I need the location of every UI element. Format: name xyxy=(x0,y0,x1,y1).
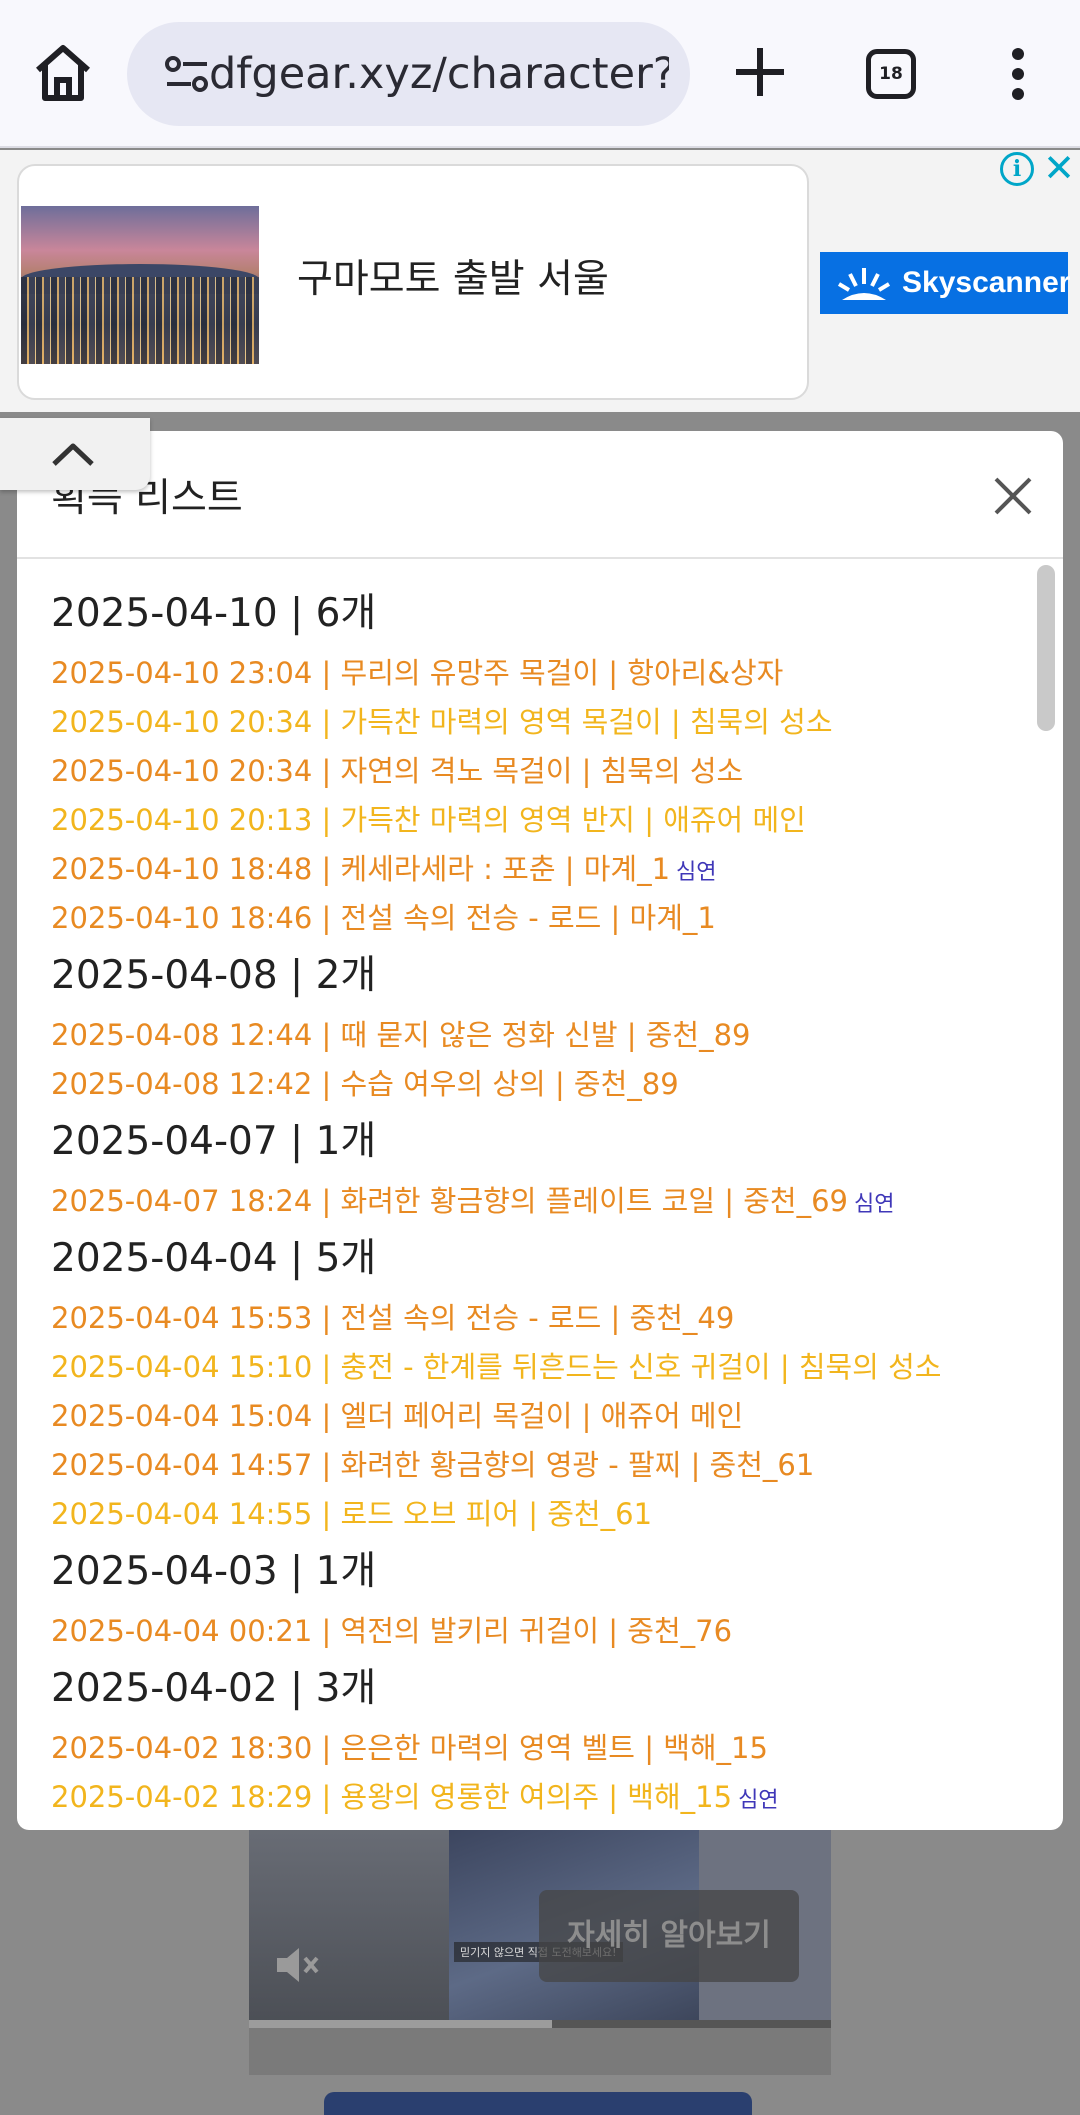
list-item[interactable]: 2025-04-04 00:21 | 역전의 발키리 귀걸이 | 중천_76 xyxy=(51,1607,1031,1656)
list-item-text: 2025-04-04 15:04 | 엘더 페어리 목걸이 | 애쥬어 메인 xyxy=(51,1399,744,1433)
list-item[interactable]: 2025-04-04 15:10 | 충전 - 한계를 뒤흔드는 신호 귀걸이 … xyxy=(51,1343,1031,1392)
list-item[interactable]: 2025-04-08 12:42 | 수습 여우의 상의 | 중천_89 xyxy=(51,1060,1031,1109)
ad-banner: 구마모토 출발 서울 Skyscanner xyxy=(0,150,1080,412)
chevron-up-icon xyxy=(52,443,94,466)
list-item-text: 2025-04-04 00:21 | 역전의 발키리 귀걸이 | 중천_76 xyxy=(51,1614,733,1648)
acquisition-list: 2025-04-10 | 6개 2025-04-10 23:04 | 무리의 유망… xyxy=(51,581,1031,1822)
list-item[interactable]: 2025-04-08 12:44 | 때 묻지 않은 정화 신발 | 중천_89 xyxy=(51,1011,1031,1060)
ad-brand-name: Skyscanner xyxy=(902,266,1071,299)
home-icon[interactable] xyxy=(30,40,96,106)
background-strip xyxy=(324,2092,752,2115)
date-group-header: 2025-04-03 | 1개 xyxy=(51,1549,377,1594)
list-item[interactable]: 2025-04-02 18:29 | 용왕의 영롱한 여의주 | 백해_15 심연 xyxy=(51,1773,1031,1822)
list-item-text: 2025-04-02 18:29 | 용왕의 영롱한 여의주 | 백해_15 xyxy=(51,1780,733,1814)
site-settings-icon[interactable] xyxy=(165,54,209,94)
url-text[interactable]: dfgear.xyz/character?slc xyxy=(209,44,669,104)
list-item-text: 2025-04-04 14:55 | 로드 오브 피어 | 중천_61 xyxy=(51,1497,653,1531)
list-item-text: 2025-04-10 20:34 | 자연의 격노 목걸이 | 침묵의 성소 xyxy=(51,754,744,788)
list-item-text: 2025-04-10 20:34 | 가득찬 마력의 영역 목걸이 | 침묵의 … xyxy=(51,705,833,739)
list-item[interactable]: 2025-04-04 15:53 | 전설 속의 전승 - 로드 | 중천_49 xyxy=(51,1294,1031,1343)
ad-close-icon[interactable]: ✕ xyxy=(1042,149,1076,187)
tab-switcher-button[interactable]: 18 xyxy=(866,49,916,99)
video-progress-bar[interactable] xyxy=(249,2020,831,2028)
list-item[interactable]: 2025-04-10 20:34 | 가득찬 마력의 영역 목걸이 | 침묵의 … xyxy=(51,698,1031,747)
list-item-text: 2025-04-04 15:53 | 전설 속의 전승 - 로드 | 중천_49 xyxy=(51,1301,735,1335)
date-group-header: 2025-04-04 | 5개 xyxy=(51,1236,377,1281)
list-item-text: 2025-04-04 14:57 | 화려한 황금향의 영광 - 팔찌 | 중천… xyxy=(51,1448,815,1482)
date-group-header: 2025-04-02 | 3개 xyxy=(51,1666,377,1711)
background-video-ad: 믿기지 않으면 직접 도전해보세요! 자세히 알아보기 xyxy=(249,1810,831,2075)
list-item-text: 2025-04-02 18:30 | 은은한 마력의 영역 벨트 | 백해_15 xyxy=(51,1731,768,1765)
modal-body[interactable]: 2025-04-10 | 6개 2025-04-10 23:04 | 무리의 유망… xyxy=(17,561,1063,1830)
list-item-text: 2025-04-07 18:24 | 화려한 황금향의 플레이트 코일 | 중천… xyxy=(51,1184,848,1218)
list-item-text: 2025-04-10 20:13 | 가득찬 마력의 영역 반지 | 애쥬어 메… xyxy=(51,803,806,837)
ad-title[interactable]: 구마모토 출발 서울 xyxy=(297,248,609,304)
list-item[interactable]: 2025-04-07 18:24 | 화려한 황금향의 플레이트 코일 | 중천… xyxy=(51,1177,1031,1226)
list-item-text: 2025-04-10 18:48 | 케세라세라 : 포춘 | 마계_1 xyxy=(51,852,671,886)
skyscanner-logo-icon xyxy=(837,268,891,300)
list-item[interactable]: 2025-04-04 14:55 | 로드 오브 피어 | 중천_61 xyxy=(51,1490,1031,1539)
more-menu-icon[interactable] xyxy=(1000,46,1036,102)
browser-toolbar: dfgear.xyz/character?slc 18 xyxy=(0,0,1080,148)
abyss-tag: 심연 xyxy=(738,1788,779,1813)
close-icon[interactable] xyxy=(992,475,1034,517)
abyss-tag: 심연 xyxy=(854,1192,895,1217)
mute-icon[interactable] xyxy=(271,1940,321,1990)
ad-info-icon[interactable]: i xyxy=(1000,152,1034,186)
ad-image xyxy=(21,206,259,364)
video-learn-more-button[interactable]: 자세히 알아보기 xyxy=(539,1890,799,1982)
list-item[interactable]: 2025-04-02 18:30 | 은은한 마력의 영역 벨트 | 백해_15 xyxy=(51,1724,1031,1773)
abyss-tag: 심연 xyxy=(676,860,717,885)
new-tab-icon[interactable] xyxy=(730,42,790,102)
ad-card[interactable]: 구마모토 출발 서울 xyxy=(17,164,809,400)
collapse-ad-button[interactable] xyxy=(0,418,150,490)
list-item[interactable]: 2025-04-10 20:13 | 가득찬 마력의 영역 반지 | 애쥬어 메… xyxy=(51,796,1031,845)
list-item[interactable]: 2025-04-04 14:57 | 화려한 황금향의 영광 - 팔찌 | 중천… xyxy=(51,1441,1031,1490)
ad-brand-logo[interactable]: Skyscanner xyxy=(820,252,1071,314)
list-item-text: 2025-04-10 23:04 | 무리의 유망주 목걸이 | 항아리&상자 xyxy=(51,656,784,690)
list-item[interactable]: 2025-04-10 18:46 | 전설 속의 전승 - 로드 | 마계_1 xyxy=(51,894,1031,943)
acquisition-list-modal: 획득 리스트 2025-04-10 | 6개 2025-04-10 23:04 |… xyxy=(17,431,1063,1830)
list-item[interactable]: 2025-04-04 15:04 | 엘더 페어리 목걸이 | 애쥬어 메인 xyxy=(51,1392,1031,1441)
list-item[interactable]: 2025-04-10 23:04 | 무리의 유망주 목걸이 | 항아리&상자 xyxy=(51,649,1031,698)
date-group-header: 2025-04-08 | 2개 xyxy=(51,953,377,998)
list-item-text: 2025-04-04 15:10 | 충전 - 한계를 뒤흔드는 신호 귀걸이 … xyxy=(51,1350,942,1384)
list-item-text: 2025-04-08 12:44 | 때 묻지 않은 정화 신발 | 중천_89 xyxy=(51,1018,751,1052)
list-item-text: 2025-04-10 18:46 | 전설 속의 전승 - 로드 | 마계_1 xyxy=(51,901,716,935)
date-group-header: 2025-04-10 | 6개 xyxy=(51,591,377,636)
list-item[interactable]: 2025-04-10 20:34 | 자연의 격노 목걸이 | 침묵의 성소 xyxy=(51,747,1031,796)
date-group-header: 2025-04-07 | 1개 xyxy=(51,1119,377,1164)
modal-scrollbar[interactable] xyxy=(1037,565,1055,731)
list-item[interactable]: 2025-04-10 18:48 | 케세라세라 : 포춘 | 마계_1 심연 xyxy=(51,845,1031,894)
modal-header: 획득 리스트 xyxy=(17,431,1063,559)
address-bar[interactable]: dfgear.xyz/character?slc xyxy=(127,22,690,126)
list-item-text: 2025-04-08 12:42 | 수습 여우의 상의 | 중천_89 xyxy=(51,1067,679,1101)
